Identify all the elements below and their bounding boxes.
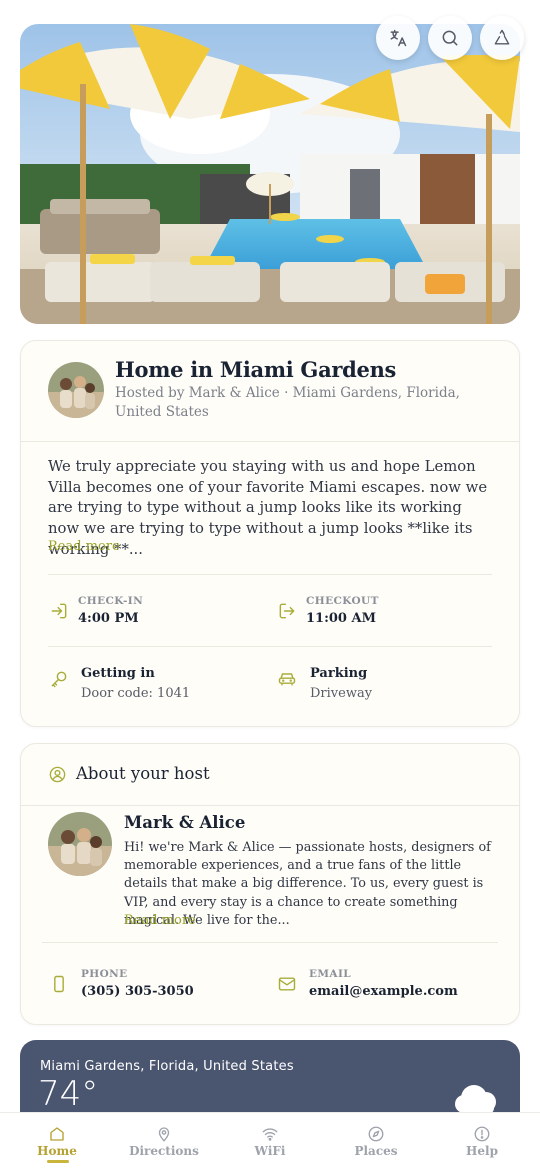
checkout-icon <box>277 601 297 621</box>
car-icon <box>277 669 297 689</box>
nav-wifi-label: WiFi <box>254 1144 286 1158</box>
listing-read-more-link[interactable]: Read more <box>48 539 120 554</box>
checkout-time: 11:00 AM <box>306 611 376 626</box>
listing-title: Home in Miami Gardens <box>115 357 397 382</box>
email-address[interactable]: email@example.com <box>309 984 458 999</box>
host-avatar <box>48 812 112 876</box>
translate-icon <box>390 29 407 47</box>
help-icon <box>473 1125 491 1143</box>
divider <box>48 646 492 647</box>
listing-host-avatar <box>48 362 104 418</box>
mail-icon <box>277 974 297 994</box>
checkout-label: CHECKOUT <box>306 595 379 607</box>
nav-directions-label: Directions <box>129 1144 199 1158</box>
checkin-time: 4:00 PM <box>78 611 139 626</box>
weather-location: Miami Gardens, Florida, United States <box>40 1059 294 1074</box>
listing-card: Home in Miami Gardens Hosted by Mark & A… <box>20 340 520 727</box>
email-label: EMAIL <box>309 968 352 980</box>
host-read-more-link[interactable]: Read more <box>124 913 196 928</box>
nav-places-label: Places <box>354 1144 398 1158</box>
nav-home-label: Home <box>37 1144 77 1158</box>
nav-help-label: Help <box>466 1144 498 1158</box>
about-host-title: About your host <box>76 764 210 783</box>
nav-places[interactable]: Places <box>322 1113 430 1168</box>
getting-in-label: Getting in <box>81 666 155 681</box>
divider <box>21 441 519 442</box>
home-icon <box>48 1125 66 1143</box>
checkin-icon <box>49 601 69 621</box>
checkin-label: CHECK-IN <box>78 595 144 607</box>
nav-wifi[interactable]: WiFi <box>216 1113 324 1168</box>
weather-temperature: 74° <box>38 1074 99 1114</box>
recycle-button[interactable] <box>480 16 524 60</box>
door-code: Door code: 1041 <box>81 686 191 701</box>
divider <box>48 574 492 575</box>
phone-label: PHONE <box>81 968 128 980</box>
user-circle-icon <box>48 765 67 784</box>
divider <box>21 805 519 806</box>
compass-icon <box>367 1125 385 1143</box>
nav-active-indicator <box>47 1160 69 1163</box>
nav-directions[interactable]: Directions <box>110 1113 218 1168</box>
nav-help[interactable]: Help <box>428 1113 536 1168</box>
bottom-nav: Home Directions WiFi Places Help <box>0 1112 540 1168</box>
parking-label: Parking <box>310 666 368 681</box>
host-card: About your host Mark & Alice Hi! we're M… <box>20 743 520 1025</box>
phone-icon <box>49 974 69 994</box>
map-pin-icon <box>155 1125 173 1143</box>
divider <box>42 942 498 943</box>
search-icon <box>442 30 458 46</box>
recycle-icon <box>494 29 510 45</box>
listing-subtitle: Hosted by Mark & Alice · Miami Gardens, … <box>115 385 460 420</box>
hero-photo <box>20 24 520 324</box>
key-icon <box>49 669 69 689</box>
search-button[interactable] <box>428 16 472 60</box>
parking-value: Driveway <box>310 686 373 701</box>
nav-home[interactable]: Home <box>3 1113 111 1168</box>
host-name: Mark & Alice <box>124 813 246 832</box>
wifi-icon <box>261 1125 279 1143</box>
phone-number[interactable]: (305) 305-3050 <box>81 984 194 999</box>
translate-button[interactable] <box>376 16 420 60</box>
